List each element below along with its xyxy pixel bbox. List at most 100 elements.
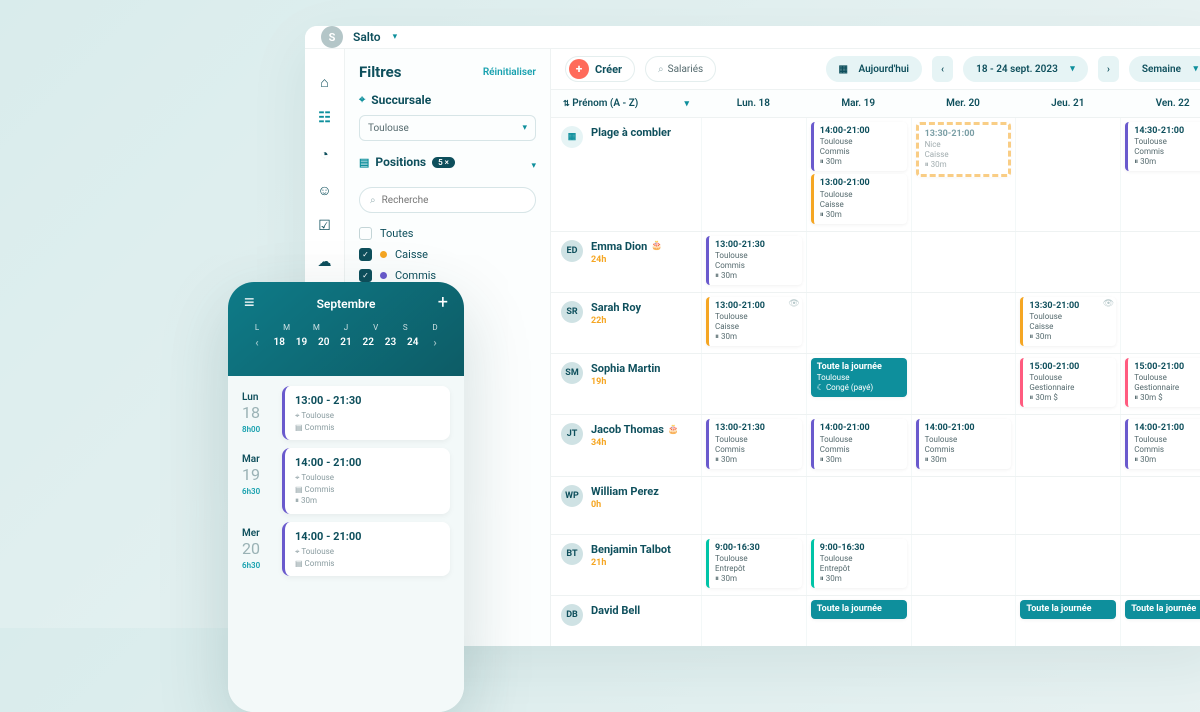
employee-cell[interactable]: WPWilliam Perez0h [551,477,701,534]
day-cell[interactable] [1015,477,1120,534]
day-cell[interactable]: Toute la journée [806,596,911,646]
shift-card[interactable]: 9:00-16:30ToulouseEntrepôt⏸ 30m [706,539,802,588]
date-button[interactable]: 24 [402,337,424,348]
day-cell[interactable]: 👁13:00-21:00ToulouseCaisse⏸ 30m [701,293,806,353]
day-cell[interactable]: 14:00-21:00ToulouseCommis⏸ 30m [1120,415,1200,475]
shift-card[interactable]: Toute la journée [1020,600,1116,619]
home-icon[interactable]: ⌂ [316,73,334,91]
mobile-shift-card[interactable]: 14:00 - 21:00⌖ Toulouse▤ Commis [282,522,450,576]
workspace-avatar[interactable]: S [321,26,343,48]
create-button[interactable]: +Créer [565,56,635,82]
prev-week-button[interactable]: ‹ [932,56,953,82]
day-cell[interactable] [806,232,911,292]
day-cell[interactable] [701,354,806,414]
shift-card[interactable]: 14:00-21:00ToulouseCommis⏸ 30m [916,419,1012,468]
day-cell[interactable]: 15:00-21:00ToulouseGestionnaire⏸ 30m $ [1015,354,1120,414]
date-range[interactable]: 18 - 24 sept. 2023 ▾ [963,56,1088,82]
date-button[interactable]: 23 [380,337,402,348]
shift-card[interactable]: 13:00-21:30ToulouseCommis⏸ 30m [706,236,802,285]
day-cell[interactable]: 15:00-21:00ToulouseGestionnaire⏸ 30m $ [1120,354,1200,414]
day-cell[interactable]: 14:30-21:00ToulouseCommis⏸ 30m [1120,118,1200,231]
day-cell[interactable] [911,293,1016,353]
day-cell[interactable]: Toute la journée [1120,596,1200,646]
date-button[interactable]: 18 [268,337,290,348]
people-icon[interactable]: ☺ [316,181,334,199]
day-cell[interactable]: Toute la journée [1015,596,1120,646]
shift-card[interactable]: 13:00-21:30ToulouseCommis⏸ 30m [706,419,802,468]
day-cell[interactable] [1120,232,1200,292]
employee-cell[interactable]: DBDavid Bell [551,596,701,646]
employee-cell[interactable]: JTJacob Thomas 🎂34h [551,415,701,475]
menu-icon[interactable]: ≡ [244,292,255,313]
mobile-shift-card[interactable]: 14:00 - 21:00⌖ Toulouse▤ Commis⏸ 30m [282,448,450,514]
shift-card[interactable]: 14:00-21:00ToulouseCommis⏸ 30m [811,122,907,171]
day-cell[interactable]: 13:00-21:30ToulouseCommis⏸ 30m [701,415,806,475]
day-cell[interactable] [1015,415,1120,475]
reset-filters-button[interactable]: Réinitialiser [483,67,536,78]
day-cell[interactable] [1015,118,1120,231]
employee-cell[interactable]: SRSarah Roy22h [551,293,701,353]
day-cell[interactable]: Toute la journéeToulouse☾ Congé (payé) [806,354,911,414]
chevron-down-icon[interactable]: ▾ [531,161,536,171]
search-input[interactable] [382,195,525,206]
sort-column[interactable]: ⇅ Prénom (A - Z)▾ [551,90,701,117]
filter-caisse[interactable]: ✓Caisse [359,244,536,265]
next-week-icon[interactable]: › [424,336,446,349]
day-cell[interactable] [1120,477,1200,534]
next-week-button[interactable]: › [1098,56,1119,82]
day-cell[interactable] [911,354,1016,414]
day-cell[interactable] [701,477,806,534]
employee-cell[interactable]: SMSophia Martin19h [551,354,701,414]
day-cell[interactable] [701,118,806,231]
day-cell[interactable] [701,596,806,646]
day-cell[interactable] [1015,535,1120,595]
date-button[interactable]: 21 [335,337,357,348]
day-cell[interactable] [911,535,1016,595]
view-select[interactable]: Semaine ▾ [1129,56,1200,82]
employee-cell[interactable]: ▦Plage à combler [551,118,701,231]
shift-card[interactable]: Toute la journée [811,600,907,619]
day-cell[interactable]: 9:00-16:30ToulouseEntrepôt⏸ 30m [701,535,806,595]
date-button[interactable]: 20 [313,337,335,348]
schedule-icon[interactable]: ☷ [316,109,334,127]
shift-card[interactable]: Toute la journéeToulouse☾ Congé (payé) [811,358,907,397]
day-cell[interactable] [911,232,1016,292]
employee-cell[interactable]: BTBenjamin Talbot21h [551,535,701,595]
day-cell[interactable] [1120,293,1200,353]
tasks-icon[interactable]: ☑ [316,217,334,235]
shift-card[interactable]: 15:00-21:00ToulouseGestionnaire⏸ 30m $ [1125,358,1200,407]
workspace-name[interactable]: Salto [353,30,381,44]
day-cell[interactable]: 13:00-21:30ToulouseCommis⏸ 30m [701,232,806,292]
day-cell[interactable]: 14:00-21:00ToulouseCommis⏸ 30m [806,415,911,475]
shift-card[interactable]: 14:00-21:00ToulouseCommis⏸ 30m [1125,419,1200,468]
position-search[interactable]: ⌕ [359,187,536,213]
shift-card[interactable]: Toute la journée [1125,600,1200,619]
filter-all[interactable]: Toutes [359,223,536,244]
day-cell[interactable] [806,477,911,534]
day-cell[interactable] [1120,535,1200,595]
shift-card[interactable]: 13:00-21:00ToulouseCaisse⏸ 30m [811,174,907,223]
shift-card[interactable]: 9:00-16:30ToulouseEntrepôt⏸ 30m [811,539,907,588]
branch-select[interactable]: Toulouse▾ [359,115,536,141]
day-cell[interactable] [1015,232,1120,292]
date-button[interactable]: 22 [357,337,379,348]
day-cell[interactable]: 14:00-21:00ToulouseCommis⏸ 30m [911,415,1016,475]
day-cell[interactable]: 13:30-21:00NiceCaisse⏸ 30m [911,118,1016,231]
day-cell[interactable] [911,596,1016,646]
employee-cell[interactable]: EDEmma Dion 🎂24h [551,232,701,292]
chat-icon[interactable]: ☁ [316,253,334,271]
prev-week-icon[interactable]: ‹ [246,336,268,349]
today-button[interactable]: ▦ Aujourd'hui [826,56,923,82]
day-cell[interactable] [911,477,1016,534]
salaries-filter[interactable]: ⌕Salariés [645,56,716,82]
chevron-down-icon[interactable]: ▾ [393,32,398,42]
shift-card[interactable]: 14:00-21:00ToulouseCommis⏸ 30m [811,419,907,468]
day-cell[interactable]: 9:00-16:30ToulouseEntrepôt⏸ 30m [806,535,911,595]
mobile-shift-card[interactable]: 13:00 - 21:30⌖ Toulouse▤ Commis [282,386,450,440]
shift-card[interactable]: 15:00-21:00ToulouseGestionnaire⏸ 30m $ [1020,358,1116,407]
shift-card[interactable]: 13:30-21:00NiceCaisse⏸ 30m [916,122,1012,177]
shift-card[interactable]: 14:30-21:00ToulouseCommis⏸ 30m [1125,122,1200,171]
day-cell[interactable]: 14:00-21:00ToulouseCommis⏸ 30m13:00-21:0… [806,118,911,231]
add-icon[interactable]: + [438,292,448,313]
day-cell[interactable] [806,293,911,353]
